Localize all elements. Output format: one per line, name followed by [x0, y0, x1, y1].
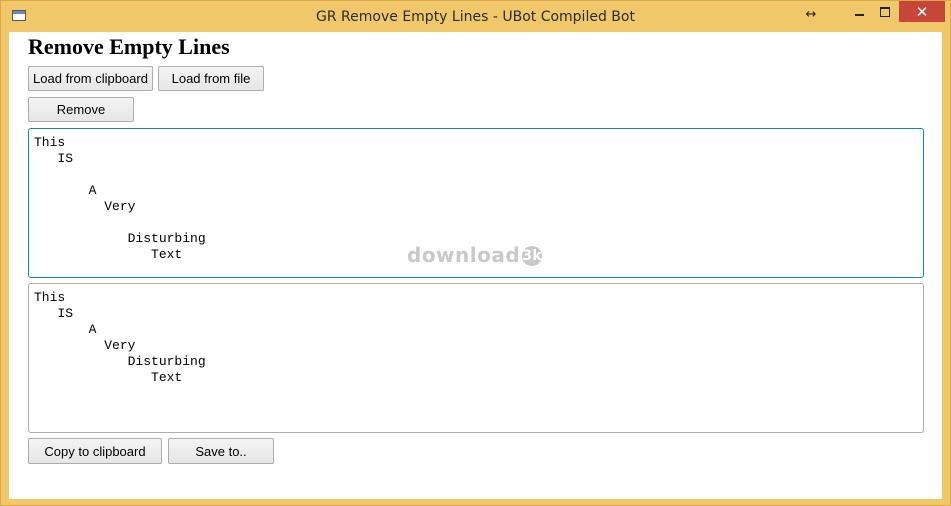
remove-button[interactable]: Remove [28, 97, 134, 122]
maximize-icon [880, 7, 890, 17]
maximize-button[interactable] [872, 1, 898, 23]
watermark: download 3k [407, 243, 543, 267]
resize-arrows-icon: ↔ [805, 6, 817, 22]
minimize-icon [854, 14, 864, 16]
close-button[interactable]: ✕ [899, 1, 945, 22]
client-area: Remove Empty Lines Load from clipboard L… [9, 32, 942, 499]
page-title: Remove Empty Lines [28, 34, 230, 59]
load-from-clipboard-button[interactable]: Load from clipboard [28, 66, 153, 91]
copy-to-clipboard-button[interactable]: Copy to clipboard [28, 438, 162, 464]
watermark-text: download [407, 243, 521, 267]
minimize-button[interactable] [846, 1, 872, 23]
close-icon: ✕ [915, 2, 929, 21]
output-textarea[interactable]: This IS A Very Disturbing Text [28, 283, 924, 433]
title-bar[interactable]: GR Remove Empty Lines - UBot Compiled Bo… [1, 1, 950, 32]
save-to-button[interactable]: Save to.. [168, 438, 274, 464]
load-from-file-button[interactable]: Load from file [158, 66, 264, 91]
app-window: GR Remove Empty Lines - UBot Compiled Bo… [0, 0, 951, 506]
watermark-badge-icon: 3k [522, 246, 543, 266]
